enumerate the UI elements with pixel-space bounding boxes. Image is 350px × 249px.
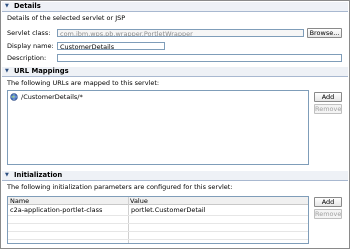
- column-header-name[interactable]: Name: [8, 197, 128, 205]
- collapse-triangle-icon[interactable]: ▼: [5, 68, 9, 75]
- initialization-description: The following initialization parameters …: [7, 183, 233, 191]
- url-mappings-title: URL Mappings: [14, 67, 69, 75]
- url-add-button[interactable]: Add: [314, 92, 342, 102]
- description-label: Description:: [7, 54, 47, 62]
- display-name-field[interactable]: CustomerDetails: [57, 42, 165, 50]
- row-divider: [8, 215, 308, 216]
- row-divider: [8, 223, 308, 224]
- initialization-title: Initialization: [14, 171, 63, 179]
- list-item[interactable]: /CustomerDetails/*: [10, 93, 210, 102]
- globe-url-icon: [10, 93, 18, 103]
- url-mappings-list[interactable]: /CustomerDetails/*: [7, 90, 309, 165]
- description-field[interactable]: [57, 54, 342, 62]
- url-remove-button[interactable]: Remove: [314, 104, 342, 114]
- details-description: Details of the selected servlet or JSP: [7, 14, 126, 22]
- init-params-table[interactable]: Name Value c2a-application-portlet-class…: [7, 196, 309, 244]
- param-name-cell[interactable]: c2a-application-portlet-class: [8, 206, 102, 214]
- browse-button[interactable]: Browse...: [307, 28, 342, 38]
- init-remove-button[interactable]: Remove: [314, 209, 342, 219]
- row-divider: [8, 239, 308, 240]
- details-title: Details: [14, 2, 41, 10]
- init-add-button[interactable]: Add: [314, 197, 342, 207]
- column-header-value[interactable]: Value: [128, 197, 308, 205]
- table-row[interactable]: c2a-application-portlet-class portlet.Cu…: [8, 206, 308, 214]
- servlet-class-field[interactable]: com.ibm.wps.pb.wrapper.PortletWrapper: [57, 29, 304, 37]
- collapse-triangle-icon[interactable]: ▼: [5, 172, 9, 179]
- servlet-editor-panel: ▼ Details Details of the selected servle…: [0, 0, 350, 249]
- display-name-label: Display name:: [7, 42, 54, 50]
- param-value-cell[interactable]: portlet.CustomerDetail: [129, 206, 205, 214]
- url-pattern-label: /CustomerDetails/*: [21, 93, 83, 101]
- collapse-triangle-icon[interactable]: ▼: [5, 3, 9, 10]
- servlet-class-label: Servlet class:: [7, 29, 51, 37]
- url-mappings-section-header[interactable]: ▼ URL Mappings: [2, 67, 348, 77]
- url-mappings-description: The following URLs are mapped to this se…: [7, 79, 160, 87]
- row-divider: [8, 231, 308, 232]
- initialization-section-header[interactable]: ▼ Initialization: [2, 171, 348, 181]
- details-section-header[interactable]: ▼ Details: [2, 2, 348, 12]
- column-divider: [128, 197, 129, 243]
